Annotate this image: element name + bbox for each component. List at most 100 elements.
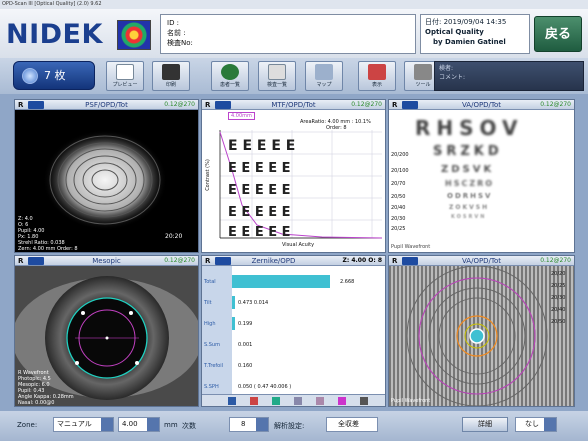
detail-button[interactable]: 詳細 (462, 417, 508, 432)
order-select[interactable]: 8 (229, 417, 269, 432)
zernike-row: High 0.199 (204, 317, 384, 330)
main-menu-label: 7 枚 (44, 69, 66, 82)
print-button[interactable]: 印刷 (152, 61, 190, 91)
panel-info: 0.12@270 (164, 101, 195, 108)
mesopic-overlay: R Wavefront Photopic: 4.5 Mesopic: 6.0 P… (18, 370, 74, 406)
psf-panel[interactable]: R PSF/OPD/Tot 0.12@270 Z: 4.0 O: 6 Pupil… (14, 99, 199, 253)
zernike-row: S.SPH 0.050 ( 0.47 40.006 ) (204, 384, 292, 390)
va-chart: RHSOV SRZKD ZDSVK HSCZRO ODRHSV ZOKVSH K… (389, 110, 574, 252)
panel-info: 0.12@270 (540, 257, 571, 264)
exam-number: 検査No: (167, 39, 193, 47)
patient-name: 名前 : (167, 29, 186, 37)
nidek-logo: NIDEK (6, 19, 103, 50)
examiner-label: 検者: (439, 65, 454, 72)
author: by Damien Gatinel (433, 38, 506, 46)
diameter-select[interactable]: 4.00 (118, 417, 160, 432)
toolbar-icon[interactable] (228, 397, 236, 405)
zernike-chart: Total 2.668 Tilt 0.473 0.014 High 0.199 S.S… (202, 266, 385, 406)
map-icon (315, 64, 333, 80)
acuity-label: 20/70 (391, 181, 406, 187)
toolbar-icon[interactable] (272, 397, 280, 405)
none-select[interactable]: なし (515, 417, 557, 432)
va-row: RHSOV (415, 116, 524, 140)
exam-list-button[interactable]: 検査一覧 (258, 61, 296, 91)
svg-text:E E E E E: E E E E E (228, 225, 291, 240)
va-row: KOSRVN (451, 214, 487, 220)
patient-list-button[interactable]: 患者一覧 (211, 61, 249, 91)
comment-box[interactable]: 検者: コメント: (434, 61, 584, 91)
app-mode: Optical Quality (425, 28, 484, 36)
list-icon (268, 64, 286, 80)
back-button[interactable]: 戻る (534, 16, 582, 52)
psf-image: Z: 4.0 O: 6 Pupil: 4.00 Px: 1.80 Strehl … (15, 110, 198, 252)
zone-label: Zone: (17, 421, 38, 429)
va-row: ODRHSV (447, 192, 493, 200)
toolbar-icon[interactable] (294, 397, 302, 405)
date-info: 日付: 2019/09/04 14:35 Optical Quality by … (420, 14, 530, 54)
setting-select[interactable]: 全収差 (326, 417, 378, 432)
zernike-row: Tilt 0.473 0.014 (204, 296, 384, 309)
toolbar-icon[interactable] (360, 397, 368, 405)
va-chart-panel[interactable]: R VA/OPD/Tot 0.12@270 RHSOV SRZKD ZDSVK … (388, 99, 575, 253)
printer-icon (162, 64, 180, 80)
person-icon (221, 64, 239, 80)
setting-label: 解析設定: (274, 422, 305, 430)
svg-text:E E E E E: E E E E E (228, 161, 291, 176)
va-row: HSCZRO (445, 179, 495, 188)
va-rings-panel[interactable]: R VA/OPD/Tot 0.12@270 20/20 20/25 20/30 20/… (388, 255, 575, 407)
va-row: ZDSVK (441, 164, 495, 175)
zernike-row: S.Sum 0.001 (204, 342, 253, 348)
wrench-icon (414, 64, 432, 80)
acuity-label: 20/30 (391, 216, 406, 222)
chevron-down-icon (544, 418, 556, 431)
acuity-label: 20/25 (391, 226, 406, 232)
panel-info: Z: 4.00 O: 8 (342, 257, 383, 264)
zone-select[interactable]: マニュアル (53, 417, 114, 432)
unit-label: mm (164, 421, 178, 429)
preview-button[interactable]: プレビュー (106, 61, 144, 91)
acuity-label: 20/50 (391, 194, 406, 200)
circle-icon (22, 68, 38, 84)
psf-overlay: Z: 4.0 O: 6 Pupil: 4.00 Px: 1.80 Strehl … (18, 216, 78, 252)
display-button[interactable]: 表示 (358, 61, 396, 91)
order-label: 次数 (182, 422, 196, 430)
patient-id: ID : (167, 19, 180, 27)
svg-text:E E E E E: E E E E E (228, 138, 295, 154)
magnifier-icon (116, 64, 134, 80)
bottom-bar: Zone: マニュアル 4.00 mm 次数 8 解析設定: 全収差 詳細 なし (0, 411, 588, 441)
caption: Pupil Wavefront (391, 398, 431, 404)
main-menu-button[interactable]: 7 枚 (13, 61, 95, 90)
acuity-label: 20/200 (391, 152, 409, 158)
va-row: ZOKVSH (449, 204, 490, 211)
chevron-down-icon (101, 418, 113, 431)
toolbar-icon[interactable] (250, 397, 258, 405)
zernike-toolbar (202, 394, 385, 406)
caption: Pupil Wavefront (391, 244, 431, 250)
app-logo-icon (117, 20, 151, 50)
va-scale: 20/20 20/25 20/30 20/40 20/50 (551, 271, 566, 325)
panel-info: 0.12@270 (351, 101, 382, 108)
header: NIDEK ID : 名前 : 検査No: 日付: 2019/09/04 14:… (0, 9, 588, 58)
chevron-down-icon (256, 418, 268, 431)
zernike-panel[interactable]: R Zernike/OPD Z: 4.00 O: 8 Total 2.668 Ti… (201, 255, 386, 407)
chevron-down-icon (147, 418, 159, 431)
toolbar: 7 枚 プレビュー 印刷 患者一覧 検査一覧 マップ 表示 ツール 検者: コメ… (0, 58, 588, 94)
va-rings-image: 20/20 20/25 20/30 20/40 20/50 Pupil Wavefron… (389, 266, 574, 406)
mtf-chart: 4.00mm AreaRatio: 4.00 mm : 10.1% Order:… (202, 110, 385, 252)
acuity-label: 20/100 (391, 168, 409, 174)
display-icon (368, 64, 386, 80)
comment-label: コメント: (439, 74, 466, 81)
exam-date: 日付: 2019/09/04 14:35 (425, 18, 507, 26)
mesopic-panel[interactable]: R Mesopic 0.12@270 R Wavefront Photopic:… (14, 255, 199, 407)
zernike-row: T.Trefoil 0.160 (204, 363, 253, 369)
psf-scale: 20:20 (165, 233, 183, 240)
va-row: SRZKD (433, 144, 503, 159)
map-button[interactable]: マップ (305, 61, 343, 91)
patient-info: ID : 名前 : 検査No: (160, 14, 416, 54)
acuity-label: 20/40 (391, 205, 406, 211)
eye-image: R Wavefront Photopic: 4.5 Mesopic: 6.0 P… (15, 266, 198, 406)
mtf-panel[interactable]: R MTF/OPD/Tot 0.12@270 4.00mm AreaRatio:… (201, 99, 386, 253)
panel-info: 0.12@270 (540, 101, 571, 108)
toolbar-icon[interactable] (316, 397, 324, 405)
toolbar-icon[interactable] (338, 397, 346, 405)
